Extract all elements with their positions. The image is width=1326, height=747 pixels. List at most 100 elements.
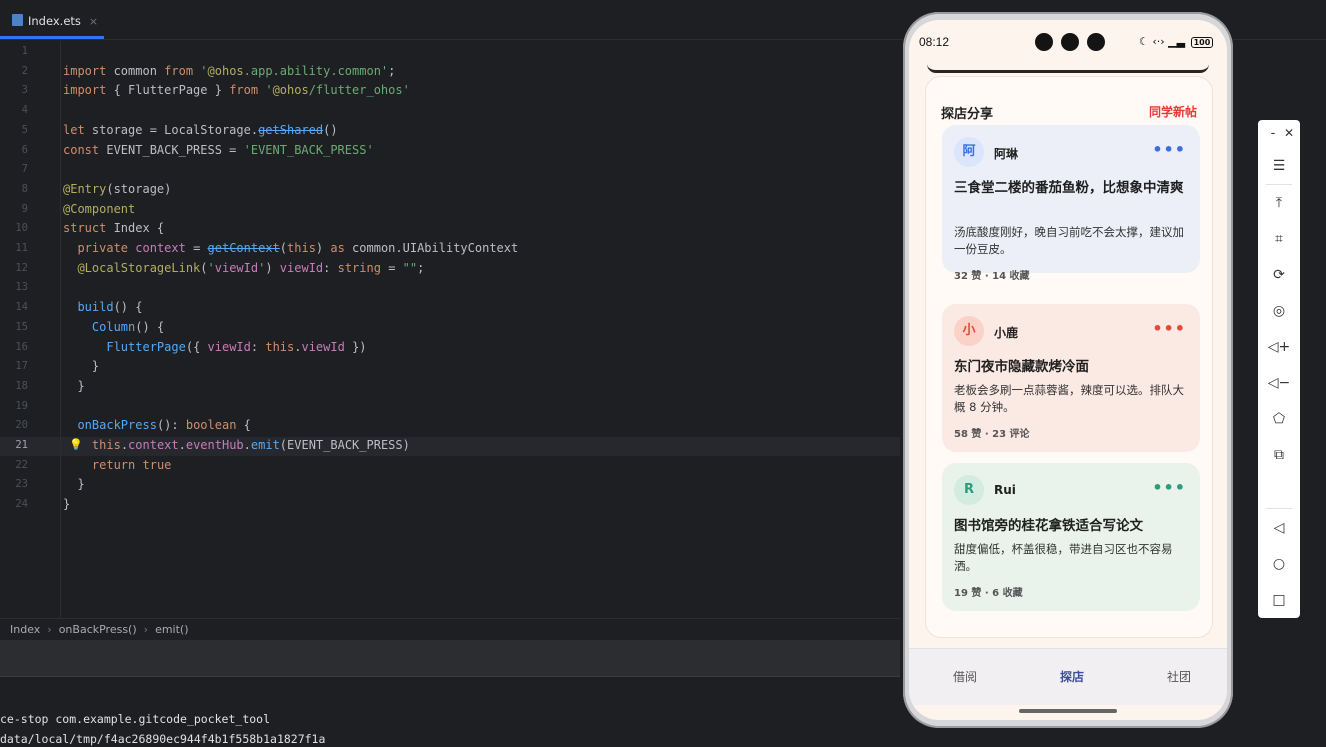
back-icon[interactable]: ◁ [1258, 520, 1300, 536]
post-card[interactable]: 小 小鹿 ••• 东门夜市隐藏款烤冷面 老板会多刷一点蒜蓉酱，辣度可以选。排队大… [942, 304, 1200, 452]
line-number: 1 [21, 45, 28, 57]
line-number: 20 [15, 419, 28, 432]
line-number: 15 [15, 320, 28, 333]
home-icon[interactable]: ○ [1258, 556, 1300, 572]
tab-explore-shops[interactable]: 探店 [1060, 668, 1084, 685]
breadcrumb-item[interactable]: emit() [155, 623, 188, 636]
multi-device-icon[interactable]: ⧉ [1258, 447, 1300, 463]
line-number: 23 [15, 478, 28, 491]
divider [1266, 508, 1292, 509]
line-number: 10 [15, 222, 28, 235]
author-name: 阿琳 [994, 147, 1019, 161]
post-body: 老板会多刷一点蒜蓉酱，辣度可以选。排队大概 8 分钟。 [954, 383, 1184, 414]
line-number: 9 [21, 202, 28, 215]
tab-index-ets[interactable]: Index.ets × [0, 6, 104, 40]
line-number: 19 [15, 399, 28, 412]
crop-icon[interactable]: ⌗ [1258, 231, 1300, 247]
code-line: @Entry(storage) [63, 181, 172, 196]
status-icons: ☾ ‹·› ▁▃ 100 [1139, 35, 1214, 48]
more-icon[interactable]: ••• [1152, 319, 1186, 338]
code-line: import { FlutterPage } from '@ohos/flutt… [63, 83, 410, 98]
code-editor[interactable]: 1 2 3 4 5 6 7 8 9 10 11 12 13 14 15 16 17 18 19 20 21 22 23 24 … [0, 41, 900, 618]
code-line: @LocalStorageLink('viewId') viewId: stri… [77, 260, 425, 275]
divider [1266, 184, 1292, 185]
camera-dot [1087, 33, 1105, 51]
line-number: 6 [21, 143, 28, 156]
breadcrumb-item[interactable]: Index [10, 623, 40, 636]
code-line: return true [91, 457, 172, 472]
line-number: 21 [15, 439, 28, 451]
phone-emulator: 08:12 ☾ ‹·› ▁▃ 100 探店分享 同学新帖 阿 阿琳 ••• 三食… [903, 12, 1233, 728]
line-number: 4 [21, 104, 28, 117]
code-line: let storage = LocalStorage.getShared() [63, 122, 338, 137]
app-header-edge [927, 64, 1209, 73]
pin-top-icon[interactable]: ⤒ [1258, 195, 1300, 211]
code-line: const EVENT_BACK_PRESS = 'EVENT_BACK_PRE… [63, 142, 374, 157]
code-line: onBackPress(): boolean { [77, 418, 251, 433]
volume-up-icon[interactable]: ◁+ [1258, 339, 1300, 355]
line-number: 13 [15, 281, 28, 294]
line-number-gutter: 1 2 3 4 5 6 7 8 9 10 11 12 13 14 15 16 17 18 19 20 21 22 23 24 [0, 41, 61, 618]
code-line: @Component [63, 201, 136, 216]
post-title: 东门夜市隐藏款烤冷面 [954, 359, 1089, 375]
line-number: 14 [15, 301, 28, 314]
line-number: 24 [15, 498, 28, 511]
code-line: FlutterPage({ viewId: this.viewId }) [106, 339, 367, 354]
shake-icon[interactable]: ⬠ [1258, 411, 1300, 427]
code-line: this.context.eventHub.emit(EVENT_BACK_PR… [91, 438, 410, 452]
menu-icon[interactable]: ☰ [1258, 158, 1300, 174]
emulator-toolbar: - ✕ ☰ ⤒ ⌗ ⟳ ◎ ◁+ ◁− ⬠ ⧉ ◁ ○ □ [1258, 120, 1300, 618]
home-indicator[interactable] [1019, 709, 1117, 713]
volume-down-icon[interactable]: ◁− [1258, 375, 1300, 391]
battery-icon: 100 [1190, 37, 1214, 48]
bottom-tab-bar: 借阅 探店 社团 [909, 648, 1227, 705]
tab-borrow[interactable]: 借阅 [953, 668, 977, 685]
new-posts-link[interactable]: 同学新帖 [1149, 103, 1197, 120]
code-line: Column() { [91, 319, 165, 334]
post-title: 三食堂二楼的番茄鱼粉，比想象中清爽 [954, 180, 1184, 196]
more-icon[interactable]: ••• [1152, 140, 1186, 159]
post-stats: 19 赞 · 6 收藏 [954, 588, 1023, 599]
feed-title: 探店分享 [941, 107, 994, 122]
location-icon[interactable]: ◎ [1258, 303, 1300, 319]
tab-clubs[interactable]: 社团 [1167, 668, 1191, 685]
line-number: 2 [21, 64, 28, 77]
code-line: } [63, 477, 85, 492]
avatar: R [954, 475, 984, 505]
breadcrumb-separator: › [47, 623, 52, 636]
code-line: } [63, 359, 100, 374]
line-number: 18 [15, 379, 28, 392]
line-number: 8 [21, 182, 28, 195]
post-body: 汤底酸度刚好，晚自习前吃不会太撑，建议加一份豆皮。 [954, 225, 1184, 256]
tab-close-icon[interactable]: × [89, 15, 98, 28]
phone-screen[interactable]: 08:12 ☾ ‹·› ▁▃ 100 探店分享 同学新帖 阿 阿琳 ••• 三食… [909, 20, 1227, 720]
breadcrumb-item[interactable]: onBackPress() [59, 623, 137, 636]
status-time: 08:12 [919, 35, 950, 49]
avatar: 小 [954, 316, 984, 346]
recents-icon[interactable]: □ [1258, 592, 1300, 608]
moon-icon: ☾ [1139, 35, 1149, 48]
line-number: 5 [21, 123, 28, 136]
feed-panel: 探店分享 同学新帖 阿 阿琳 ••• 三食堂二楼的番茄鱼粉，比想象中清爽 汤底酸… [925, 76, 1213, 638]
terminal-output[interactable]: ce-stop com.example.gitcode_pocket_tool … [0, 676, 900, 747]
code-line: private context = getContext(this) as co… [77, 241, 519, 255]
rotate-icon[interactable]: ⟳ [1258, 267, 1300, 283]
author-name: 小鹿 [994, 326, 1019, 340]
post-card[interactable]: R Rui ••• 图书馆旁的桂花拿铁适合写论文 甜度偏低，杯盖很稳，带进自习区… [942, 463, 1200, 611]
post-body: 甜度偏低，杯盖很稳，带进自习区也不容易洒。 [954, 542, 1173, 573]
line-number: 7 [21, 163, 28, 176]
code-line: } [63, 378, 85, 393]
camera-dot [1035, 33, 1053, 51]
post-card[interactable]: 阿 阿琳 ••• 三食堂二楼的番茄鱼粉，比想象中清爽 汤底酸度刚好，晚自习前吃不… [942, 125, 1200, 282]
signal-icon: ▁▃ [1168, 35, 1186, 48]
close-button[interactable]: ✕ [1268, 126, 1310, 140]
author-name: Rui [994, 483, 1016, 497]
file-icon [12, 14, 23, 26]
active-tab-indicator [0, 36, 104, 39]
terminal-line: ce-stop com.example.gitcode_pocket_tool [0, 712, 271, 726]
avatar: 阿 [954, 137, 984, 167]
status-bar: 08:12 ☾ ‹·› ▁▃ 100 [909, 20, 1227, 60]
more-icon[interactable]: ••• [1152, 478, 1186, 497]
tool-panel-header [0, 640, 900, 676]
data-icon: ‹·› [1152, 35, 1165, 48]
